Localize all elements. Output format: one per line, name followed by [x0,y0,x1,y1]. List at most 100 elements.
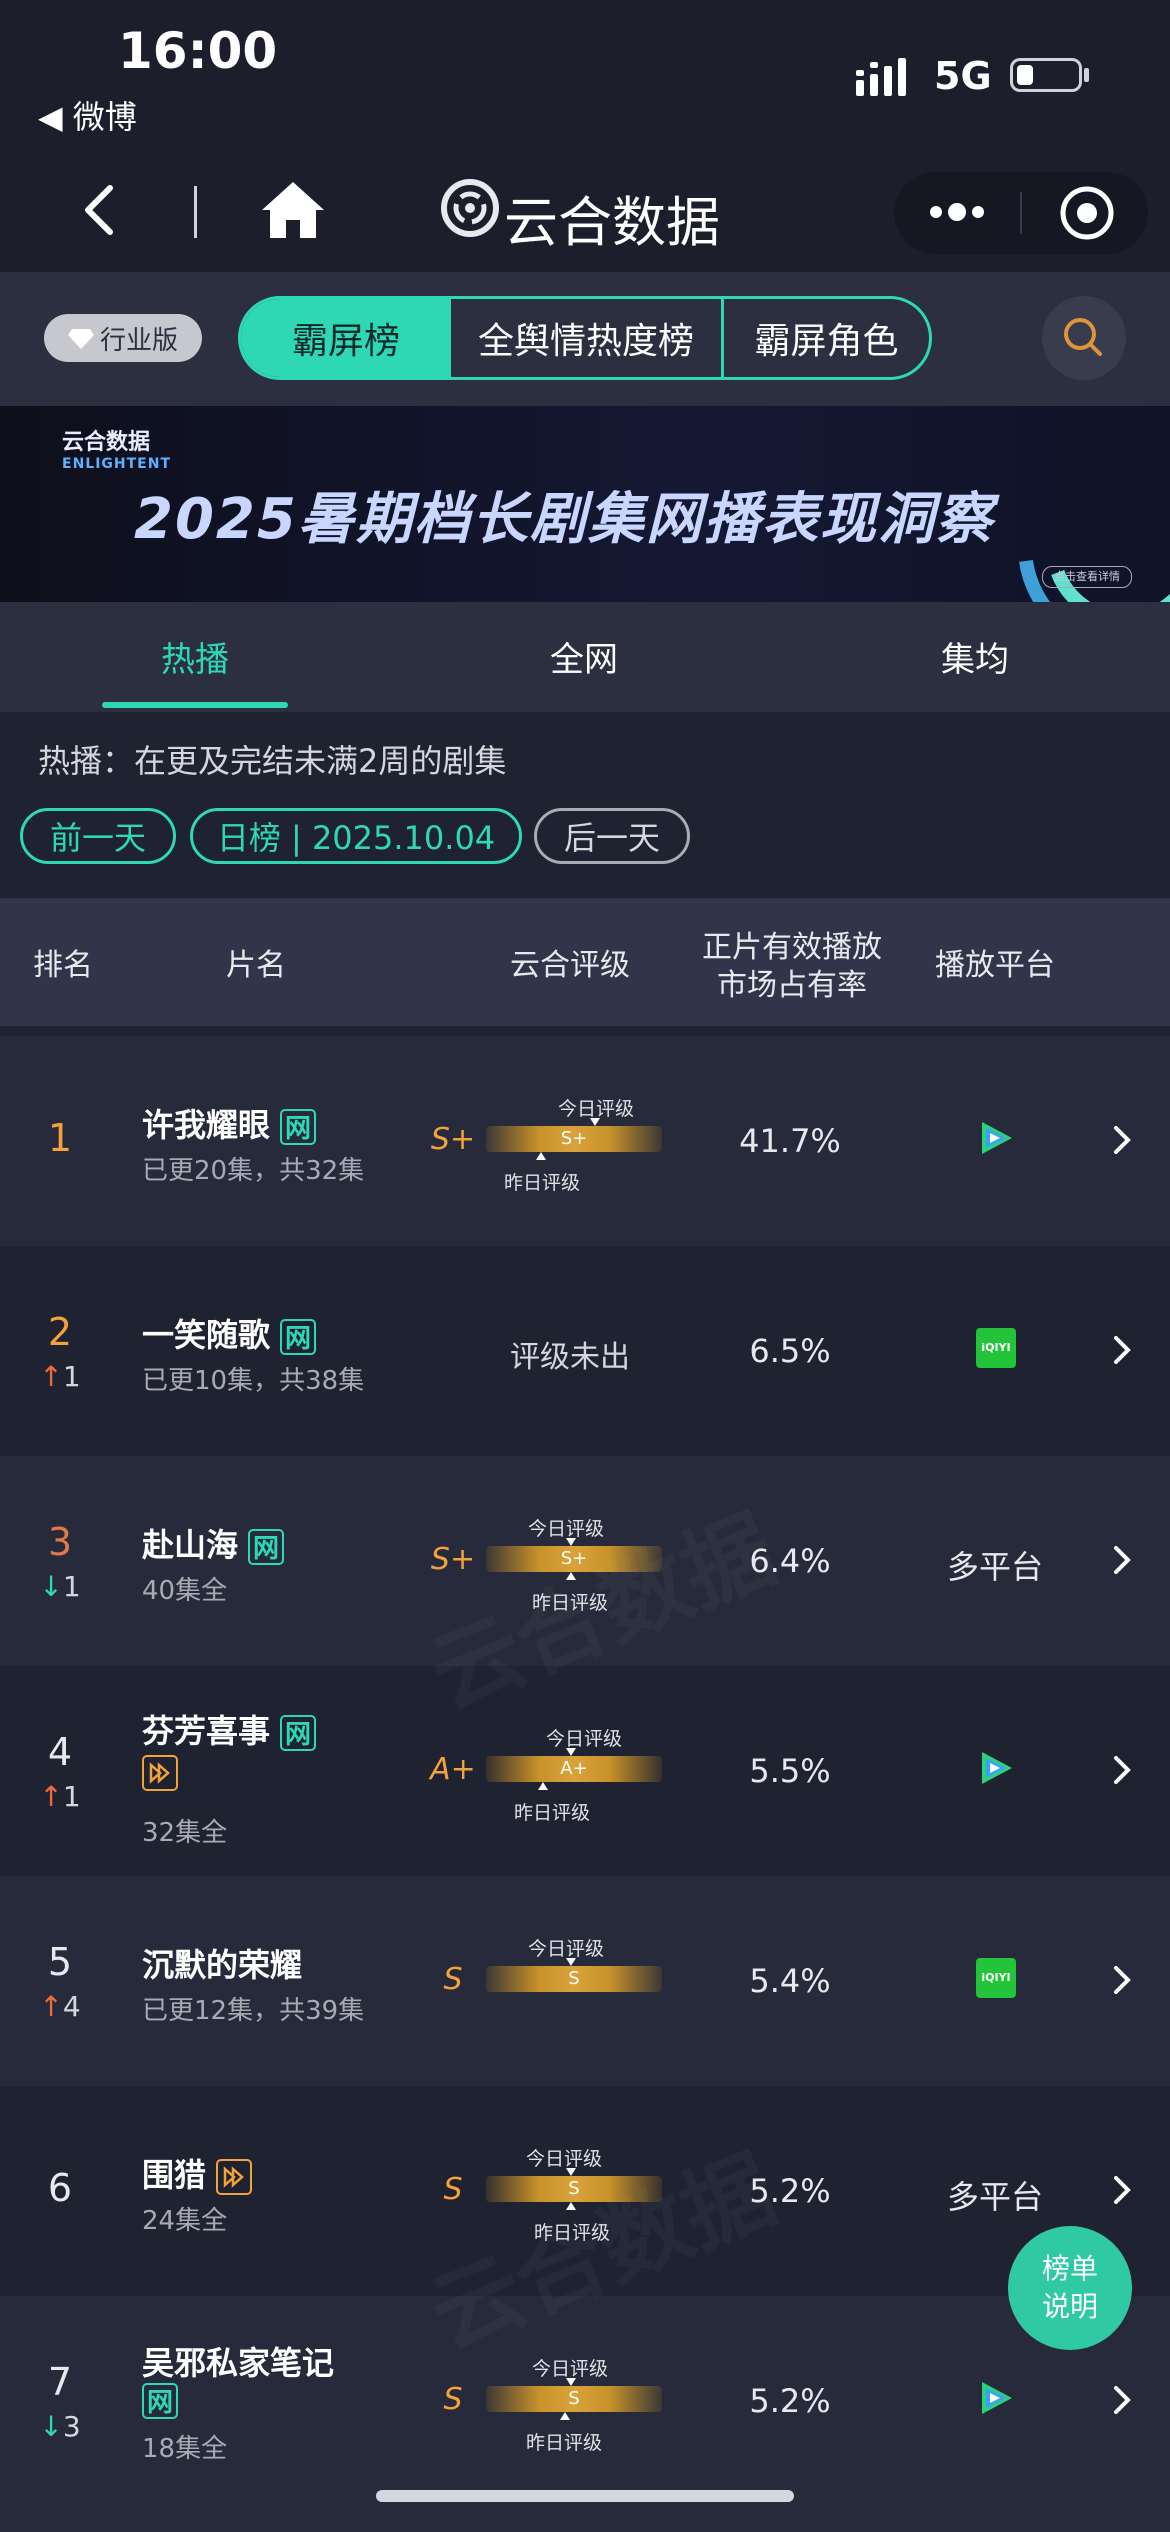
today-marker [566,1748,576,1756]
market-share: 5.4% [749,1962,831,2000]
next-day-button[interactable]: 后一天 [534,808,690,864]
show-title: 吴邪私家笔记 [142,2344,335,2382]
today-marker [566,1958,576,1966]
table-header: 排名 片名 云合评级 正片有效播放 市场占有率 播放平台 [0,898,1170,1026]
rating-pending: 评级未出 [510,1340,630,1375]
show-title: 芬芳喜事网 [142,1706,317,1752]
capsule-menu [894,172,1148,254]
battery-tip [1084,68,1089,82]
category-tabs: 热播 全网 集均 [0,602,1170,712]
today-marker [590,1118,600,1126]
market-share: 41.7% [739,1122,841,1160]
rank-change: ↑1 [39,1780,81,1813]
home-icon[interactable] [258,178,328,242]
chevron-right-icon[interactable] [1108,1332,1136,1368]
show-title: 围猎 [142,2150,253,2196]
date-selector[interactable]: 日榜 | 2025.10.04 [190,808,522,864]
rating-grade: S [443,2382,463,2417]
title-badges: 网 [132,2380,178,2419]
today-rating-label: 今日评级 [546,1728,623,1750]
yesterday-marker [536,1152,546,1160]
episode-info: 32集全 [142,1818,228,1848]
board-description: 热播：在更及完结未满2周的剧集 [38,742,507,780]
rating-grade: S [443,1962,463,1997]
fast-forward-icon [216,2159,253,2195]
rank-change: ↓3 [39,2410,81,2443]
arrow-up-icon: ↑ [39,1360,63,1393]
network-type: 5G [934,54,992,98]
industry-label: 行业版 [99,325,178,356]
more-icon[interactable] [922,192,992,232]
tab-per-episode[interactable]: 集均 [875,632,1075,681]
chevron-right-icon[interactable] [1108,1122,1136,1158]
banner-logo: 云合数据 ENLIGHTENT [62,424,171,472]
show-title: 沉默的荣耀 [142,1946,303,1984]
board-info: 热播：在更及完结未满2周的剧集 前一天 日榜 | 2025.10.04 后一天 [0,712,1170,898]
chevron-right-icon[interactable] [1108,1752,1136,1788]
today-marker [566,2378,576,2386]
rank-number: 2 [47,1310,73,1354]
web-series-badge: 网 [280,1109,317,1145]
chevron-right-icon[interactable] [1108,1962,1136,1998]
board-switcher: 行业版 霸屏榜 全舆情热度榜 霸屏角色 [0,272,1170,406]
platform-multi: 多平台 [946,1548,1043,1586]
rating-bar: S [486,1966,662,1992]
banner-logo-cn: 云合数据 [62,430,151,455]
tab-opinion-heat-board[interactable]: 全舆情热度榜 [451,299,724,377]
rank-number: 6 [47,2166,73,2210]
chevron-right-icon[interactable] [1108,2382,1136,2418]
yesterday-marker [538,1782,548,1790]
table-row[interactable]: 5 ↑4 沉默的荣耀 已更12集，共39集 S 今日评级 S 5.4% iQIY… [0,1876,1170,2086]
prev-day-button[interactable]: 前一天 [20,808,176,864]
market-share: 6.5% [749,1332,831,1370]
diamond-icon [67,329,94,349]
web-series-badge: 网 [280,1319,317,1355]
tab-hot[interactable]: 热播 [95,632,295,681]
tab-all-network[interactable]: 全网 [484,632,684,681]
banner-detail-button[interactable]: 点击查看详情 [1042,566,1132,588]
industry-edition-badge[interactable]: 行业版 [44,314,202,362]
web-series-badge: 网 [280,1715,317,1751]
header-share-line2: 市场占有率 [717,968,867,1003]
yesterday-rating-label: 昨日评级 [504,1172,581,1194]
back-to-app-link[interactable]: ◀ 微博 [38,92,137,138]
header-rank: 排名 [33,948,93,983]
home-indicator[interactable] [376,2490,794,2502]
rating-bar: S+ [486,1126,662,1152]
board-tabs: 霸屏榜 全舆情热度榜 霸屏角色 [238,296,932,380]
episode-info: 40集全 [142,1576,228,1606]
table-row[interactable]: 4 ↑1 芬芳喜事网 32集全 A+ 今日评级 A+ 昨日评级 5.5% [0,1666,1170,1876]
close-target-icon[interactable] [1058,184,1116,242]
explain-line2: 说明 [1041,2290,1098,2323]
tab-dominance-roles[interactable]: 霸屏角色 [724,299,929,377]
table-row[interactable]: 1 许我耀眼网 已更20集，共32集 S+ 今日评级 S+ 昨日评级 41.7% [0,1036,1170,1246]
board-explain-button[interactable]: 榜单 说明 [1008,2226,1132,2350]
web-series-badge: 网 [142,2383,178,2419]
app-title: 云合数据 [504,191,720,254]
chevron-right-icon[interactable] [1108,2172,1136,2208]
arrow-up-icon: ↑ [39,1990,63,2023]
yesterday-marker [560,2412,570,2420]
rank-change: ↓1 [39,1570,81,1603]
mini-program-nav: 云合数据 [0,150,1170,272]
banner-logo-en: ENLIGHTENT [62,456,171,472]
back-arrow-icon[interactable] [70,180,130,240]
explain-line1: 榜单 [1041,2252,1098,2285]
table-row[interactable]: 2 ↑1 一笑随歌网 已更10集，共38集 评级未出 6.5% iQIYI [0,1246,1170,1456]
arrow-up-icon: ↑ [39,1780,63,1813]
rank-number: 4 [47,1730,73,1774]
tencent-video-icon [982,1122,1012,1154]
search-icon[interactable] [1042,296,1126,380]
status-bar: 16:00 ◀ 微博 5G [0,0,1170,150]
header-rating: 云合评级 [510,948,630,983]
episode-info: 已更12集，共39集 [142,1996,365,2026]
promo-banner[interactable]: 云合数据 ENLIGHTENT 2025暑期档长剧集网播表现洞察 点击查看详情 [0,406,1170,602]
header-title: 片名 [226,948,286,983]
episode-info: 已更20集，共32集 [142,1156,365,1186]
market-share: 5.2% [749,2382,831,2420]
chevron-right-icon[interactable] [1108,1542,1136,1578]
tab-dominance-board[interactable]: 霸屏榜 [241,299,451,377]
rating-grade: S+ [430,1542,476,1577]
rating-grade: A+ [430,1752,476,1787]
title-badges [132,1752,178,1791]
